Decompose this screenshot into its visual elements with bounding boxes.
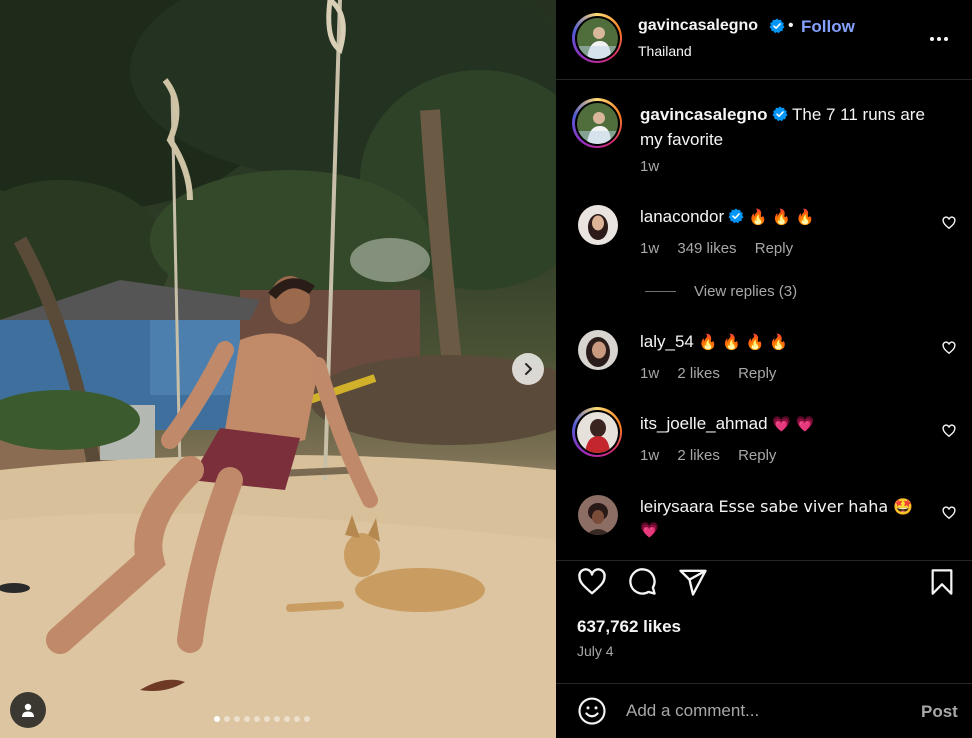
reply-button[interactable]: Reply bbox=[738, 365, 776, 382]
comment-avatar[interactable] bbox=[578, 205, 618, 245]
verified-badge-icon bbox=[772, 105, 788, 128]
comment-text-continued: 💗 bbox=[640, 521, 659, 539]
carousel-dot bbox=[284, 716, 290, 722]
author-username[interactable]: gavincasalegno bbox=[638, 17, 758, 35]
comment-text: 🔥 🔥 🔥 bbox=[748, 208, 815, 226]
caption-avatar-ring[interactable] bbox=[572, 98, 622, 148]
avatar bbox=[576, 102, 618, 144]
carousel-dot bbox=[224, 716, 230, 722]
separator-dot: • bbox=[788, 17, 794, 34]
comment-timestamp[interactable]: 1w bbox=[640, 447, 659, 464]
heart-icon bbox=[942, 341, 956, 355]
view-replies-button[interactable]: View replies (3) bbox=[645, 283, 797, 300]
beach-swing-photo bbox=[0, 0, 556, 738]
comment: lanacondor 🔥 🔥 🔥 bbox=[640, 205, 930, 230]
heart-icon bbox=[942, 506, 956, 520]
caption-username[interactable]: gavincasalegno bbox=[640, 105, 768, 124]
save-button[interactable] bbox=[928, 567, 956, 602]
post-date[interactable]: July 4 bbox=[577, 643, 614, 659]
post-comment-button[interactable]: Post bbox=[921, 702, 958, 722]
comment-input[interactable] bbox=[626, 698, 906, 724]
smiley-icon bbox=[578, 697, 606, 725]
author-avatar-ring[interactable] bbox=[572, 13, 622, 63]
post-header: gavincasalegno • Follow Thailand bbox=[556, 0, 972, 80]
comment-username[interactable]: its_joelle_ahmad bbox=[640, 414, 768, 433]
comment-avatar bbox=[576, 411, 618, 453]
comment-meta: 1w 349 likes Reply bbox=[640, 240, 807, 257]
post-caption: gavincasalegno The 7 11 runs are my favo… bbox=[640, 103, 930, 151]
more-horizontal-icon bbox=[930, 37, 948, 41]
carousel-indicator bbox=[214, 716, 310, 722]
comment-meta: 1w 2 likes Reply bbox=[640, 365, 790, 382]
divider-line bbox=[645, 291, 676, 292]
comment-timestamp[interactable]: 1w bbox=[640, 365, 659, 382]
comment-meta: 1w 2 likes Reply bbox=[640, 447, 790, 464]
like-comment-button[interactable] bbox=[942, 424, 956, 443]
comment-text: 🔥 🔥 🔥 🔥 bbox=[698, 333, 788, 351]
verified-badge-icon bbox=[769, 18, 785, 39]
user-tag-icon bbox=[22, 703, 34, 717]
comment-username[interactable]: leirysaara bbox=[640, 497, 714, 516]
avatar bbox=[576, 17, 618, 59]
post-photo[interactable] bbox=[0, 0, 556, 738]
like-comment-button[interactable] bbox=[942, 216, 956, 235]
heart-icon bbox=[942, 216, 956, 230]
carousel-dot bbox=[244, 716, 250, 722]
comment: leirysaara Esse sabe viver haha 🤩 💗 bbox=[640, 495, 930, 542]
comment-avatar[interactable] bbox=[578, 330, 618, 370]
view-replies-label: View replies (3) bbox=[694, 283, 798, 300]
post-actions-bar bbox=[556, 560, 972, 600]
caption-timestamp[interactable]: 1w bbox=[640, 158, 659, 175]
next-slide-button[interactable] bbox=[512, 353, 544, 385]
comment-composer: Post bbox=[556, 683, 972, 738]
comment-text: 💗 💗 bbox=[772, 415, 815, 433]
tagged-users-button[interactable] bbox=[10, 692, 46, 728]
reply-button[interactable]: Reply bbox=[755, 240, 793, 257]
comment-username[interactable]: laly_54 bbox=[640, 332, 694, 351]
chevron-right-icon bbox=[525, 363, 532, 375]
caption-meta: 1w bbox=[640, 158, 673, 175]
bookmark-icon bbox=[931, 569, 953, 595]
comment-button[interactable] bbox=[628, 567, 657, 601]
comment-likes[interactable]: 2 likes bbox=[677, 365, 720, 382]
heart-icon bbox=[578, 568, 606, 595]
like-comment-button[interactable] bbox=[942, 341, 956, 360]
story-avatar-ring[interactable] bbox=[572, 407, 622, 457]
comment-likes[interactable]: 2 likes bbox=[677, 447, 720, 464]
comment-timestamp[interactable]: 1w bbox=[640, 240, 659, 257]
carousel-dot bbox=[294, 716, 300, 722]
comment-avatar[interactable] bbox=[578, 495, 618, 535]
carousel-dot bbox=[254, 716, 260, 722]
comment: its_joelle_ahmad 💗 💗 bbox=[640, 412, 930, 436]
more-options-button[interactable] bbox=[928, 28, 950, 55]
comment-username[interactable]: lanacondor bbox=[640, 207, 724, 226]
carousel-dot bbox=[274, 716, 280, 722]
post-location[interactable]: Thailand bbox=[638, 43, 692, 59]
carousel-dot bbox=[304, 716, 310, 722]
comment-text: Esse sabe viver haha 🤩 bbox=[718, 497, 914, 516]
carousel-dot bbox=[234, 716, 240, 722]
carousel-dot bbox=[214, 716, 220, 722]
paper-plane-icon bbox=[679, 569, 707, 596]
emoji-picker-button[interactable] bbox=[577, 696, 607, 731]
comment-bubble-icon bbox=[629, 568, 656, 595]
share-button[interactable] bbox=[678, 567, 708, 602]
heart-icon bbox=[942, 424, 956, 438]
post-details-panel: gavincasalegno • Follow Thailand gavinca… bbox=[556, 0, 972, 738]
post-likes-count[interactable]: 637,762 likes bbox=[577, 617, 681, 637]
comment-likes[interactable]: 349 likes bbox=[677, 240, 736, 257]
reply-button[interactable]: Reply bbox=[738, 447, 776, 464]
like-button[interactable] bbox=[577, 567, 607, 602]
comment: laly_54 🔥 🔥 🔥 🔥 bbox=[640, 330, 930, 354]
verified-badge-icon bbox=[728, 207, 744, 230]
like-comment-button[interactable] bbox=[942, 506, 956, 525]
carousel-dot bbox=[264, 716, 270, 722]
follow-button[interactable]: Follow bbox=[801, 17, 855, 37]
